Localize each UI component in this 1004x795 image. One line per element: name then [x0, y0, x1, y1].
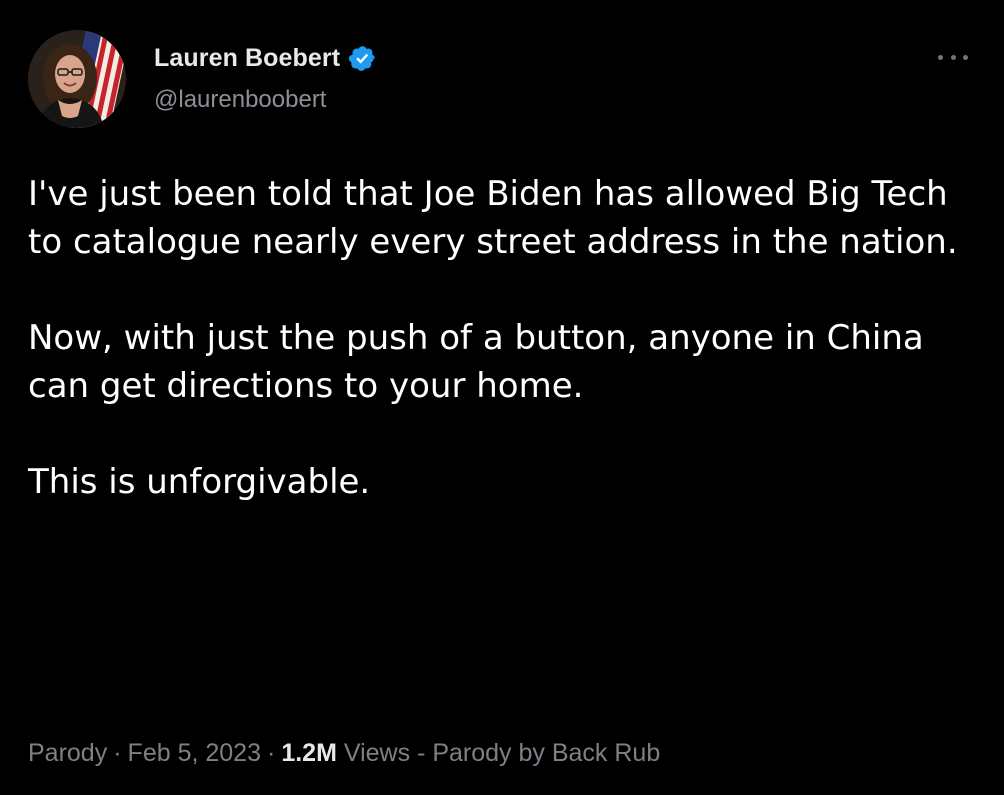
parody-label: Parody [28, 739, 108, 767]
parody-credit: - Parody by Back Rub [417, 739, 661, 767]
tweet-paragraph: I've just been told that Joe Biden has a… [28, 174, 958, 262]
more-dot [963, 54, 968, 60]
tweet-header: Lauren Boebert @laurenboobert [28, 30, 976, 130]
author-name-row: Lauren Boebert [154, 42, 377, 74]
author-display-name[interactable]: Lauren Boebert [154, 44, 340, 73]
more-dot [950, 54, 956, 60]
tweet-date[interactable]: Feb 5, 2023 [128, 739, 261, 767]
tweet-paragraph: Now, with just the push of a button, any… [28, 318, 924, 406]
more-options-icon[interactable] [938, 50, 968, 64]
tweet-card: Lauren Boebert @laurenboobert I've just … [0, 0, 1004, 795]
more-dot [938, 54, 943, 60]
profile-photo [28, 30, 126, 128]
verified-badge-icon[interactable] [348, 44, 377, 73]
tweet-text: I've just been told that Joe Biden has a… [28, 170, 978, 506]
avatar[interactable] [28, 30, 126, 128]
author-handle[interactable]: @laurenboobert [154, 86, 326, 114]
views-count: 1.2M [281, 739, 337, 767]
tweet-meta: Parody · Feb 5, 2023 · 1.2M Views - Parody b… [28, 735, 660, 771]
meta-separator: · [266, 739, 276, 767]
meta-separator: · [113, 739, 122, 767]
views-label: Views [343, 739, 411, 767]
tweet-paragraph: This is unforgivable. [28, 462, 371, 502]
